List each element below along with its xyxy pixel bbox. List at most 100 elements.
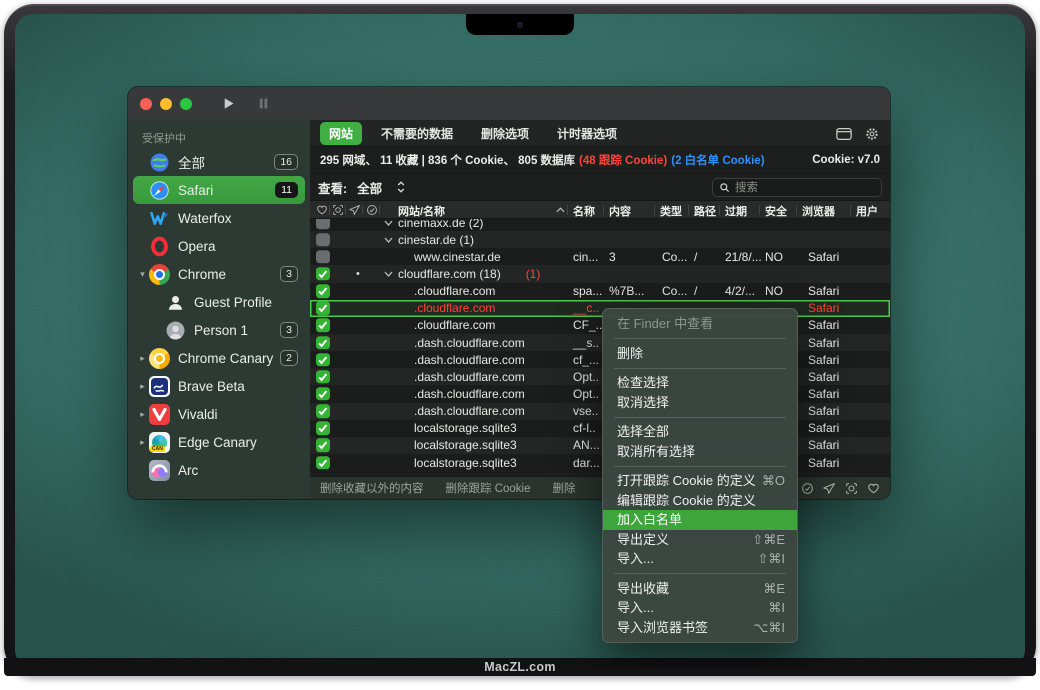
checkbox-checked[interactable]	[316, 302, 330, 316]
chevron-down-icon[interactable]	[384, 220, 393, 226]
column-header-6[interactable]: 安全	[765, 203, 787, 219]
dropdown-stepper-icon[interactable]	[396, 180, 406, 194]
checkbox-checked[interactable]	[316, 319, 330, 333]
chevron-down-icon[interactable]	[384, 237, 393, 243]
column-header-7[interactable]: 浏览器	[802, 203, 835, 219]
menu-item-delete[interactable]: 删除	[603, 344, 797, 364]
checkbox-checked[interactable]	[316, 267, 330, 281]
checkbox-checked[interactable]	[316, 439, 330, 453]
heart-icon[interactable]	[867, 482, 880, 495]
table-row[interactable]: •cloudflare.com (18)(1)	[310, 265, 890, 282]
checkbox-checked[interactable]	[316, 404, 330, 418]
heart-icon[interactable]	[316, 204, 328, 216]
menu-item-export-definitions[interactable]: 导出定义⇧⌘E	[603, 530, 797, 550]
menu-item-add-to-whitelist[interactable]: 加入白名单	[603, 510, 797, 530]
menu-item-export-favorites[interactable]: 导出收藏⌘E	[603, 579, 797, 599]
checkbox-unchecked[interactable]	[316, 250, 330, 264]
search-input[interactable]: 搜索	[712, 178, 882, 197]
send-icon[interactable]	[823, 482, 836, 495]
sidebar-item-chrome-canary[interactable]: ▸Chrome Canary2	[133, 344, 305, 372]
table-row[interactable]: .dash.cloudflare.comOpt..Safari	[310, 385, 890, 402]
minimize-button[interactable]	[160, 98, 172, 110]
checkbox-checked[interactable]	[316, 422, 330, 436]
table-row[interactable]: .dash.cloudflare.comOpt..Safari	[310, 368, 890, 385]
menu-item-cancel-selection[interactable]: 取消选择	[603, 393, 797, 413]
chevron-right-icon[interactable]: ▸	[136, 409, 149, 420]
sidebar-item-brave-beta[interactable]: ▸Brave Beta	[133, 372, 305, 400]
menu-item-import-definitions[interactable]: 导入...⇧⌘I	[603, 549, 797, 569]
sidebar-item-edge-canary[interactable]: ▸CANEdge Canary	[133, 428, 305, 456]
sidebar-item-all[interactable]: 全部16	[133, 148, 305, 176]
sidebar-item-opera[interactable]: Opera	[133, 232, 305, 260]
zoom-button[interactable]	[180, 98, 192, 110]
table-row[interactable]: localstorage.sqlite3cf-l..Safari	[310, 420, 890, 437]
sidebar-item-person-1[interactable]: Person 13	[133, 316, 305, 344]
delete-except-favorites-button[interactable]: 删除收藏以外的内容	[320, 480, 424, 496]
table-row[interactable]: cinemaxx.de (2)	[310, 219, 890, 231]
chevron-right-icon[interactable]: ▸	[136, 437, 149, 448]
column-header-3[interactable]: 类型	[660, 203, 682, 219]
column-header-5[interactable]: 过期	[725, 203, 747, 219]
checkbox-checked[interactable]	[316, 370, 330, 384]
window-pane-icon[interactable]	[836, 127, 852, 141]
window-titlebar[interactable]	[128, 87, 890, 120]
chevron-down-icon[interactable]: ▾	[136, 269, 149, 280]
view-filter-value[interactable]: 全部	[357, 178, 382, 197]
tab-unwanted-data[interactable]: 不需要的数据	[372, 122, 462, 145]
sidebar-item-waterfox[interactable]: Waterfox	[133, 204, 305, 232]
scope-icon[interactable]	[332, 204, 344, 216]
table-row[interactable]: www.cinestar.decin...3Co.../21/8/...NOSa…	[310, 248, 890, 265]
table-row[interactable]: .cloudflare.comCF_...Safari	[310, 317, 890, 334]
checkbox-checked[interactable]	[316, 284, 330, 298]
checkbox-unchecked[interactable]	[316, 219, 330, 229]
sidebar-item-vivaldi[interactable]: ▸Vivaldi	[133, 400, 305, 428]
table-row[interactable]: localstorage.sqlite3dar...Safari	[310, 454, 890, 471]
menu-item-deselect-all[interactable]: 取消所有选择	[603, 442, 797, 462]
gear-icon[interactable]	[864, 127, 880, 141]
sidebar-item-arc[interactable]: Arc	[133, 456, 305, 484]
menu-item-open-tracking-cookie-definitions[interactable]: 打开跟踪 Cookie 的定义⌘O	[603, 471, 797, 491]
play-icon[interactable]	[222, 97, 235, 110]
sidebar-item-chrome[interactable]: ▾Chrome3	[133, 260, 305, 288]
send-icon[interactable]	[349, 204, 361, 216]
scope-icon[interactable]	[845, 482, 858, 495]
menu-item-import-browser-bookmarks[interactable]: 导入浏览器书签⌥⌘I	[603, 618, 797, 638]
menu-item-import-favorites[interactable]: 导入...⌘I	[603, 598, 797, 618]
table-row[interactable]: .dash.cloudflare.comcf_...Safari	[310, 351, 890, 368]
sidebar-item-guest-profile[interactable]: Guest Profile	[133, 288, 305, 316]
table-row[interactable]: .dash.cloudflare.com__s..Safari	[310, 334, 890, 351]
column-header-2[interactable]: 内容	[609, 203, 631, 219]
check-circle-icon[interactable]	[801, 482, 814, 495]
column-header-8[interactable]: 用户	[856, 203, 878, 219]
pause-icon[interactable]	[257, 97, 270, 110]
column-header-1[interactable]: 名称	[573, 203, 595, 219]
table-row[interactable]: .cloudflare.com__c..Safari	[310, 300, 890, 317]
check-circle-icon[interactable]	[366, 204, 378, 216]
sidebar-item-safari[interactable]: Safari11	[133, 176, 305, 204]
table-row[interactable]: cinestar.de (1)	[310, 231, 890, 248]
column-header-0[interactable]: 网站/名称	[398, 203, 445, 219]
table-row[interactable]: localstorage.sqlite3AN...Safari	[310, 437, 890, 454]
delete-button[interactable]: 删除	[553, 480, 576, 496]
close-button[interactable]	[140, 98, 152, 110]
chevron-right-icon[interactable]: ▸	[136, 353, 149, 364]
tab-delete-options[interactable]: 删除选项	[472, 122, 538, 145]
checkbox-unchecked[interactable]	[316, 233, 330, 247]
chevron-right-icon[interactable]: ▸	[136, 381, 149, 392]
table-row[interactable]: .dash.cloudflare.comvse..Safari	[310, 403, 890, 420]
table-row[interactable]: .cloudflare.comspa...%7B...Co.../4/2/...…	[310, 283, 890, 300]
menu-item-inspect-selection[interactable]: 检查选择	[603, 373, 797, 393]
sort-ascending-icon[interactable]	[556, 207, 565, 213]
chevron-down-icon[interactable]	[384, 271, 393, 277]
menu-item-edit-tracking-cookie-definitions[interactable]: 编辑跟踪 Cookie 的定义	[603, 491, 797, 511]
tab-websites[interactable]: 网站	[320, 122, 362, 145]
checkbox-checked[interactable]	[316, 456, 330, 470]
checkbox-checked[interactable]	[316, 353, 330, 367]
globe-icon	[149, 152, 170, 173]
checkbox-checked[interactable]	[316, 387, 330, 401]
tab-timer-options[interactable]: 计时器选项	[548, 122, 626, 145]
checkbox-checked[interactable]	[316, 336, 330, 350]
column-header-4[interactable]: 路径	[694, 203, 716, 219]
menu-item-select-all[interactable]: 选择全部	[603, 422, 797, 442]
delete-tracking-cookies-button[interactable]: 删除跟踪 Cookie	[446, 480, 531, 496]
